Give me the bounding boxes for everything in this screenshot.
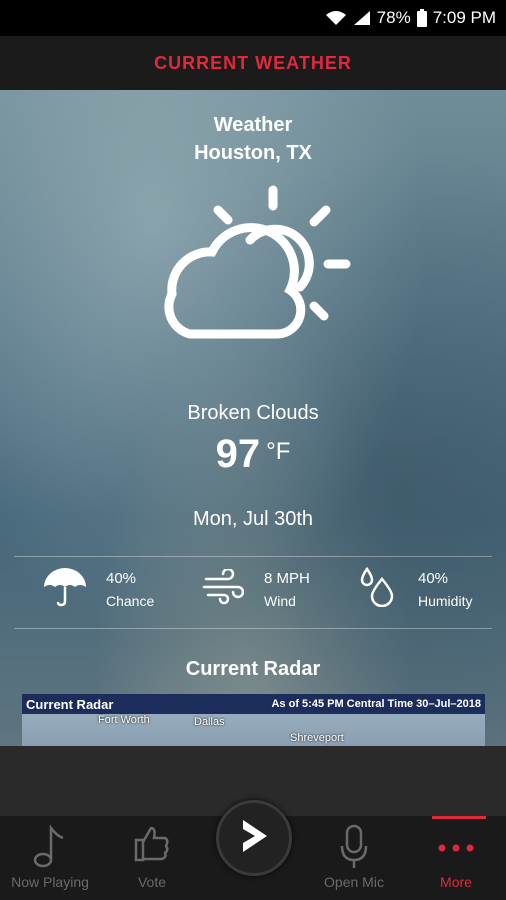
radar-timestamp: As of 5:45 PM Central Time 30–Jul–2018	[271, 698, 481, 710]
temperature-unit: °F	[266, 438, 291, 465]
weather-condition: Broken Clouds	[187, 402, 319, 424]
wind-value: 8 MPH	[264, 569, 310, 587]
tab-now-playing[interactable]: Now Playing	[0, 816, 100, 900]
map-city-label: Shreveport	[290, 732, 344, 744]
stat-chance: 40% Chance	[42, 564, 154, 614]
music-note-icon	[0, 824, 100, 868]
active-tab-indicator	[432, 816, 486, 819]
tab-label: Vote	[137, 874, 167, 890]
wind-label: Wind	[264, 592, 296, 609]
radar-map[interactable]: Current Radar As of 5:45 PM Central Time…	[22, 694, 485, 746]
stat-wind: 8 MPH Wind	[202, 564, 310, 614]
wind-icon	[202, 567, 245, 610]
wifi-icon	[325, 10, 347, 26]
signal-icon	[353, 10, 371, 26]
app-header: CURRENT WEATHER	[0, 36, 506, 90]
chance-label: Chance	[106, 592, 155, 609]
humidity-icon	[358, 566, 396, 612]
weather-date: Mon, Jul 30th	[192, 508, 314, 530]
microphone-icon	[304, 824, 404, 870]
divider	[14, 628, 492, 629]
divider	[14, 556, 492, 557]
stat-humidity: 40% Humidity	[358, 564, 472, 614]
radar-header-bar: Current Radar As of 5:45 PM Central Time…	[22, 694, 485, 714]
partly-cloudy-icon	[150, 182, 360, 342]
humidity-value: 40%	[418, 569, 449, 587]
tab-open-mic[interactable]: Open Mic	[304, 816, 404, 900]
more-dots-icon	[406, 824, 506, 864]
tab-label: More	[440, 874, 472, 890]
chance-value: 40%	[106, 569, 137, 587]
umbrella-icon	[42, 567, 88, 612]
tab-label: Open Mic	[324, 874, 384, 890]
weather-content[interactable]: Weather Houston, TX Broken Clouds 97 °F …	[0, 90, 506, 746]
radar-image-title: Current Radar	[26, 696, 114, 712]
temperature-value: 97	[215, 432, 261, 476]
humidity-label: Humidity	[418, 592, 473, 609]
tab-more[interactable]: More	[406, 816, 506, 900]
temperature: 97 °F	[0, 432, 506, 477]
location-title: Weather	[213, 114, 293, 136]
map-city-label: Dallas	[194, 716, 225, 728]
play-button[interactable]	[216, 800, 292, 876]
thumbs-up-icon	[102, 824, 202, 864]
radar-section-title: Current Radar	[185, 658, 321, 680]
page-title: CURRENT WEATHER	[154, 52, 352, 73]
status-time: 7:09 PM	[432, 8, 496, 27]
battery-percent: 78%	[376, 8, 411, 27]
status-bar: 78% 7:09 PM	[0, 0, 506, 36]
play-icon	[237, 816, 271, 861]
tab-label: Now Playing	[11, 874, 89, 890]
location-city: Houston, TX	[194, 142, 312, 164]
tab-vote[interactable]: Vote	[102, 816, 202, 900]
battery-icon	[416, 9, 427, 27]
map-city-label: Fort Worth	[98, 714, 150, 726]
